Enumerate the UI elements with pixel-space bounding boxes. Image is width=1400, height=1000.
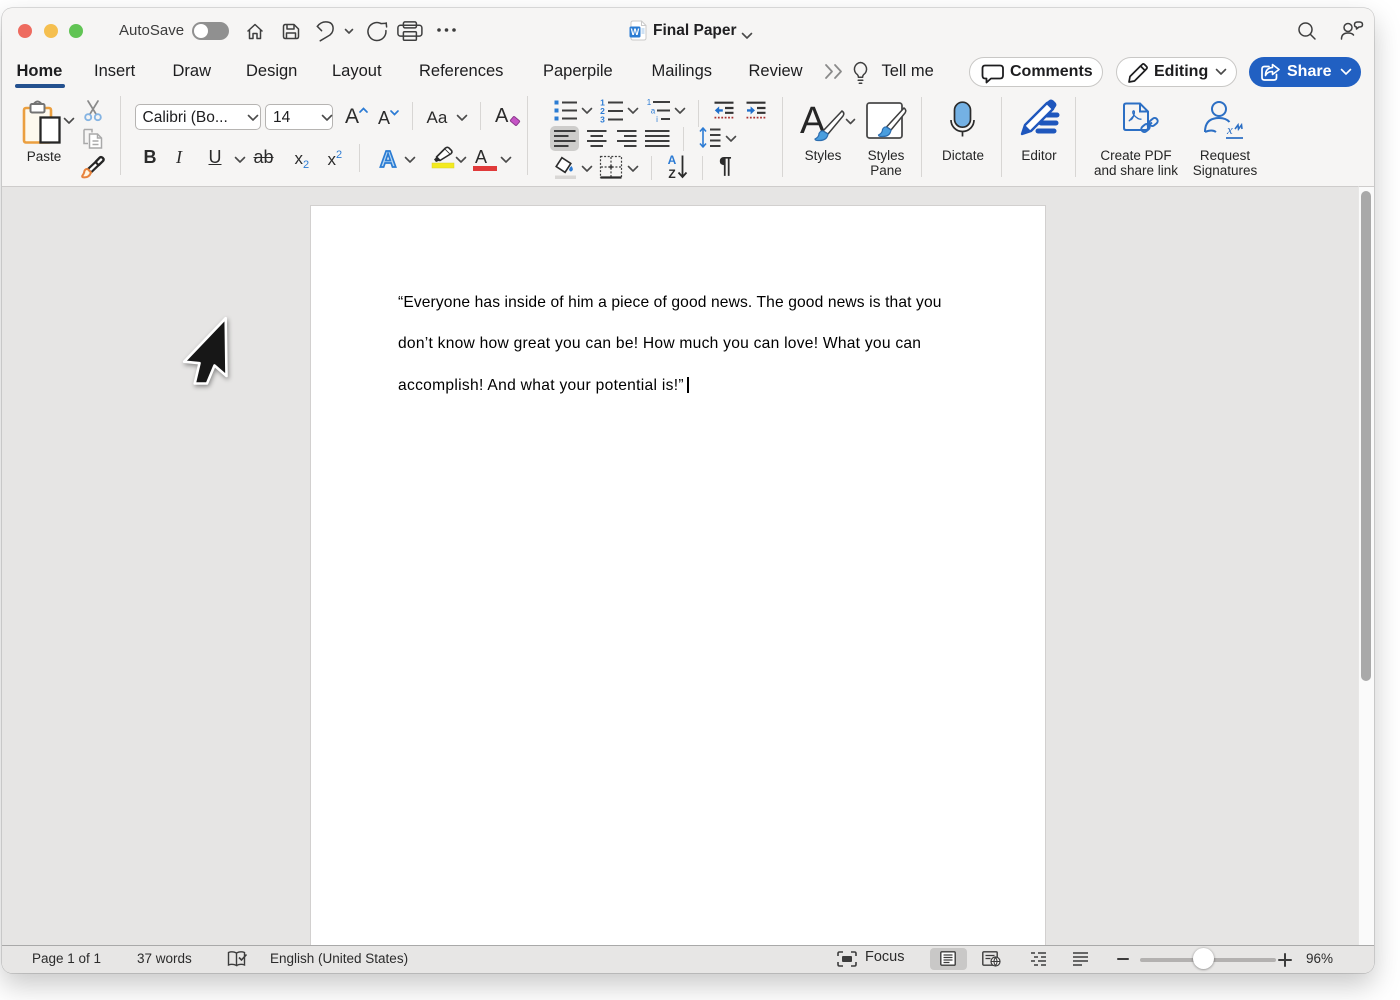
svg-text:A: A [668, 153, 677, 167]
svg-text:3: 3 [600, 115, 605, 125]
svg-text:a: a [651, 107, 656, 116]
svg-text:i: i [656, 115, 658, 124]
svg-text:W: W [631, 27, 640, 37]
svg-text:A: A [380, 146, 397, 172]
svg-text:x: x [1226, 122, 1233, 137]
svg-text:Z: Z [668, 167, 675, 181]
